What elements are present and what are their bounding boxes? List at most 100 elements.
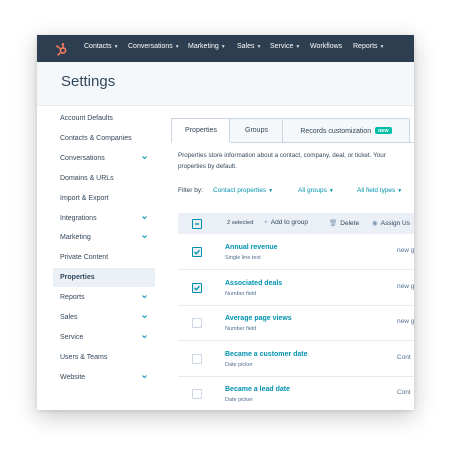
chevron-down-icon — [142, 334, 147, 339]
chevron-down-icon: ▼ — [174, 44, 180, 50]
assign-users-button[interactable]: ◉ Assign Us — [372, 219, 410, 227]
nav-sales[interactable]: Sales ▼ — [237, 43, 261, 50]
chevron-down-icon: ▼ — [379, 44, 385, 50]
nav-label: Workflows — [310, 43, 343, 50]
filter-object-type-dropdown[interactable]: Contact properties ▼ — [213, 187, 273, 194]
table-row: Became a lead date Date picker Cont — [178, 376, 414, 410]
description-line: properties by default. — [178, 163, 237, 170]
table-header-bulk-actions: 2 selected + Add to group 🗑 Delete ◉ Assign… — [178, 213, 414, 234]
sidebar-item-label: Integrations — [60, 214, 97, 222]
sidebar-item-reports[interactable]: Reports — [53, 288, 155, 307]
top-navigation: Contacts ▼ Conversations ▼ Marketing ▼ Sale… — [37, 35, 414, 62]
filter-groups-dropdown[interactable]: All groups ▼ — [298, 187, 334, 194]
delete-button[interactable]: 🗑 Delete — [329, 219, 359, 227]
property-group: Cont — [397, 353, 411, 361]
chevron-down-icon — [142, 155, 147, 160]
chevron-down-icon: ▼ — [268, 188, 274, 194]
chevron-down-icon: ▼ — [220, 44, 226, 50]
sidebar-item-integrations[interactable]: Integrations — [53, 209, 155, 228]
sidebar-item-label: Properties — [60, 274, 95, 282]
row-checkbox[interactable] — [192, 353, 202, 364]
nav-label: Reports — [353, 43, 378, 50]
nav-label: Contacts — [84, 43, 112, 50]
property-field-type: Date picker — [225, 397, 253, 403]
sidebar-item-label: Marketing — [60, 234, 91, 242]
sidebar-item-marketing[interactable]: Marketing — [53, 228, 155, 247]
chevron-down-icon: ▼ — [256, 44, 262, 50]
sidebar-item-label: Import & Export — [60, 194, 109, 202]
sidebar-item-import-export[interactable]: Import & Export — [53, 189, 155, 208]
select-all-checkbox[interactable] — [192, 219, 202, 229]
sidebar-item-website[interactable]: Website — [53, 368, 155, 387]
settings-sidebar: Account Defaults Contacts & Companies Conv… — [37, 106, 155, 410]
tab-properties[interactable]: Properties — [171, 118, 231, 143]
property-field-type: Number field — [225, 326, 257, 332]
nav-marketing[interactable]: Marketing ▼ — [188, 43, 226, 50]
table-row: Associated deals Number field new g — [178, 270, 414, 306]
property-group: Cont — [397, 389, 411, 396]
tab-label: Records customization — [300, 128, 372, 135]
chevron-down-icon: ▼ — [113, 44, 119, 50]
property-name-link[interactable]: Average page views — [225, 315, 292, 322]
sidebar-item-label: Account Defaults — [60, 115, 113, 122]
sidebar-item-conversations[interactable]: Conversations — [53, 149, 155, 168]
trash-icon: 🗑 — [329, 220, 338, 227]
property-field-type: Number field — [225, 290, 257, 297]
filter-value: Contact properties — [213, 187, 267, 194]
settings-window: Contacts ▼ Conversations ▼ Marketing ▼ Sale… — [37, 35, 414, 410]
sidebar-item-label: Website — [60, 373, 86, 381]
selected-count: 2 selected — [227, 220, 254, 226]
row-checkbox[interactable] — [192, 247, 202, 257]
property-name-link[interactable]: Became a customer date — [225, 351, 307, 358]
property-group: new g — [397, 247, 414, 254]
row-checkbox[interactable] — [192, 389, 202, 399]
page-header: Settings — [37, 62, 414, 106]
tab-groups[interactable]: Groups — [229, 118, 284, 142]
sidebar-item-contacts-companies[interactable]: Contacts & Companies — [53, 129, 155, 148]
chevron-down-icon — [142, 314, 147, 319]
sidebar-item-users-teams[interactable]: Users & Teams — [53, 348, 155, 367]
nav-contacts[interactable]: Contacts ▼ — [84, 43, 119, 50]
property-name-link[interactable]: Associated deals — [225, 280, 282, 287]
nav-service[interactable]: Service ▼ — [270, 43, 300, 50]
nav-label: Marketing — [188, 43, 219, 50]
chevron-down-icon — [142, 294, 147, 299]
tab-records-customization[interactable]: Records customization NEW — [282, 118, 410, 142]
add-to-group-button[interactable]: + Add to group — [264, 219, 308, 226]
sidebar-item-sales[interactable]: Sales — [53, 308, 155, 327]
filter-field-types-dropdown[interactable]: All field types ▼ — [357, 187, 402, 194]
sidebar-item-account-defaults[interactable]: Account Defaults — [53, 109, 155, 128]
properties-description: Properties store information about a con… — [178, 150, 414, 172]
filter-value: All groups — [298, 187, 327, 194]
nav-reports[interactable]: Reports ▼ — [353, 43, 384, 50]
chevron-down-icon — [142, 215, 147, 220]
action-label: Add to group — [270, 219, 309, 226]
sidebar-item-private-content[interactable]: Private Content — [53, 248, 155, 267]
chevron-down-icon — [142, 374, 147, 379]
chevron-down-icon: ▼ — [328, 188, 334, 194]
nav-conversations[interactable]: Conversations ▼ — [128, 43, 180, 50]
nav-label: Service — [270, 43, 294, 50]
property-field-type: Date picker — [225, 361, 253, 368]
row-checkbox[interactable] — [192, 318, 202, 328]
hubspot-sprocket-icon[interactable] — [55, 42, 69, 56]
property-group: new g — [397, 318, 414, 325]
nav-workflows[interactable]: Workflows — [310, 43, 342, 50]
sidebar-item-properties[interactable]: Properties — [53, 268, 155, 288]
plus-icon: + — [264, 219, 268, 226]
indeterminate-icon — [195, 223, 199, 225]
row-checkbox[interactable] — [192, 282, 202, 293]
eye-icon: ◉ — [372, 220, 378, 227]
property-name-link[interactable]: Annual revenue — [225, 244, 278, 251]
property-name-link[interactable]: Became a lead date — [225, 386, 290, 393]
check-icon — [194, 249, 200, 255]
action-label: Delete — [340, 220, 360, 227]
table-row: Became a customer date Date picker Cont — [178, 341, 414, 377]
property-group: new g — [397, 282, 414, 290]
description-line: Properties store information about a con… — [178, 152, 386, 159]
tab-label: Properties — [185, 127, 217, 134]
sidebar-item-label: Conversations — [60, 154, 105, 162]
sidebar-item-label: Reports — [60, 294, 85, 302]
sidebar-item-service[interactable]: Service — [53, 328, 155, 347]
sidebar-item-domains-urls[interactable]: Domains & URLs — [53, 169, 155, 188]
